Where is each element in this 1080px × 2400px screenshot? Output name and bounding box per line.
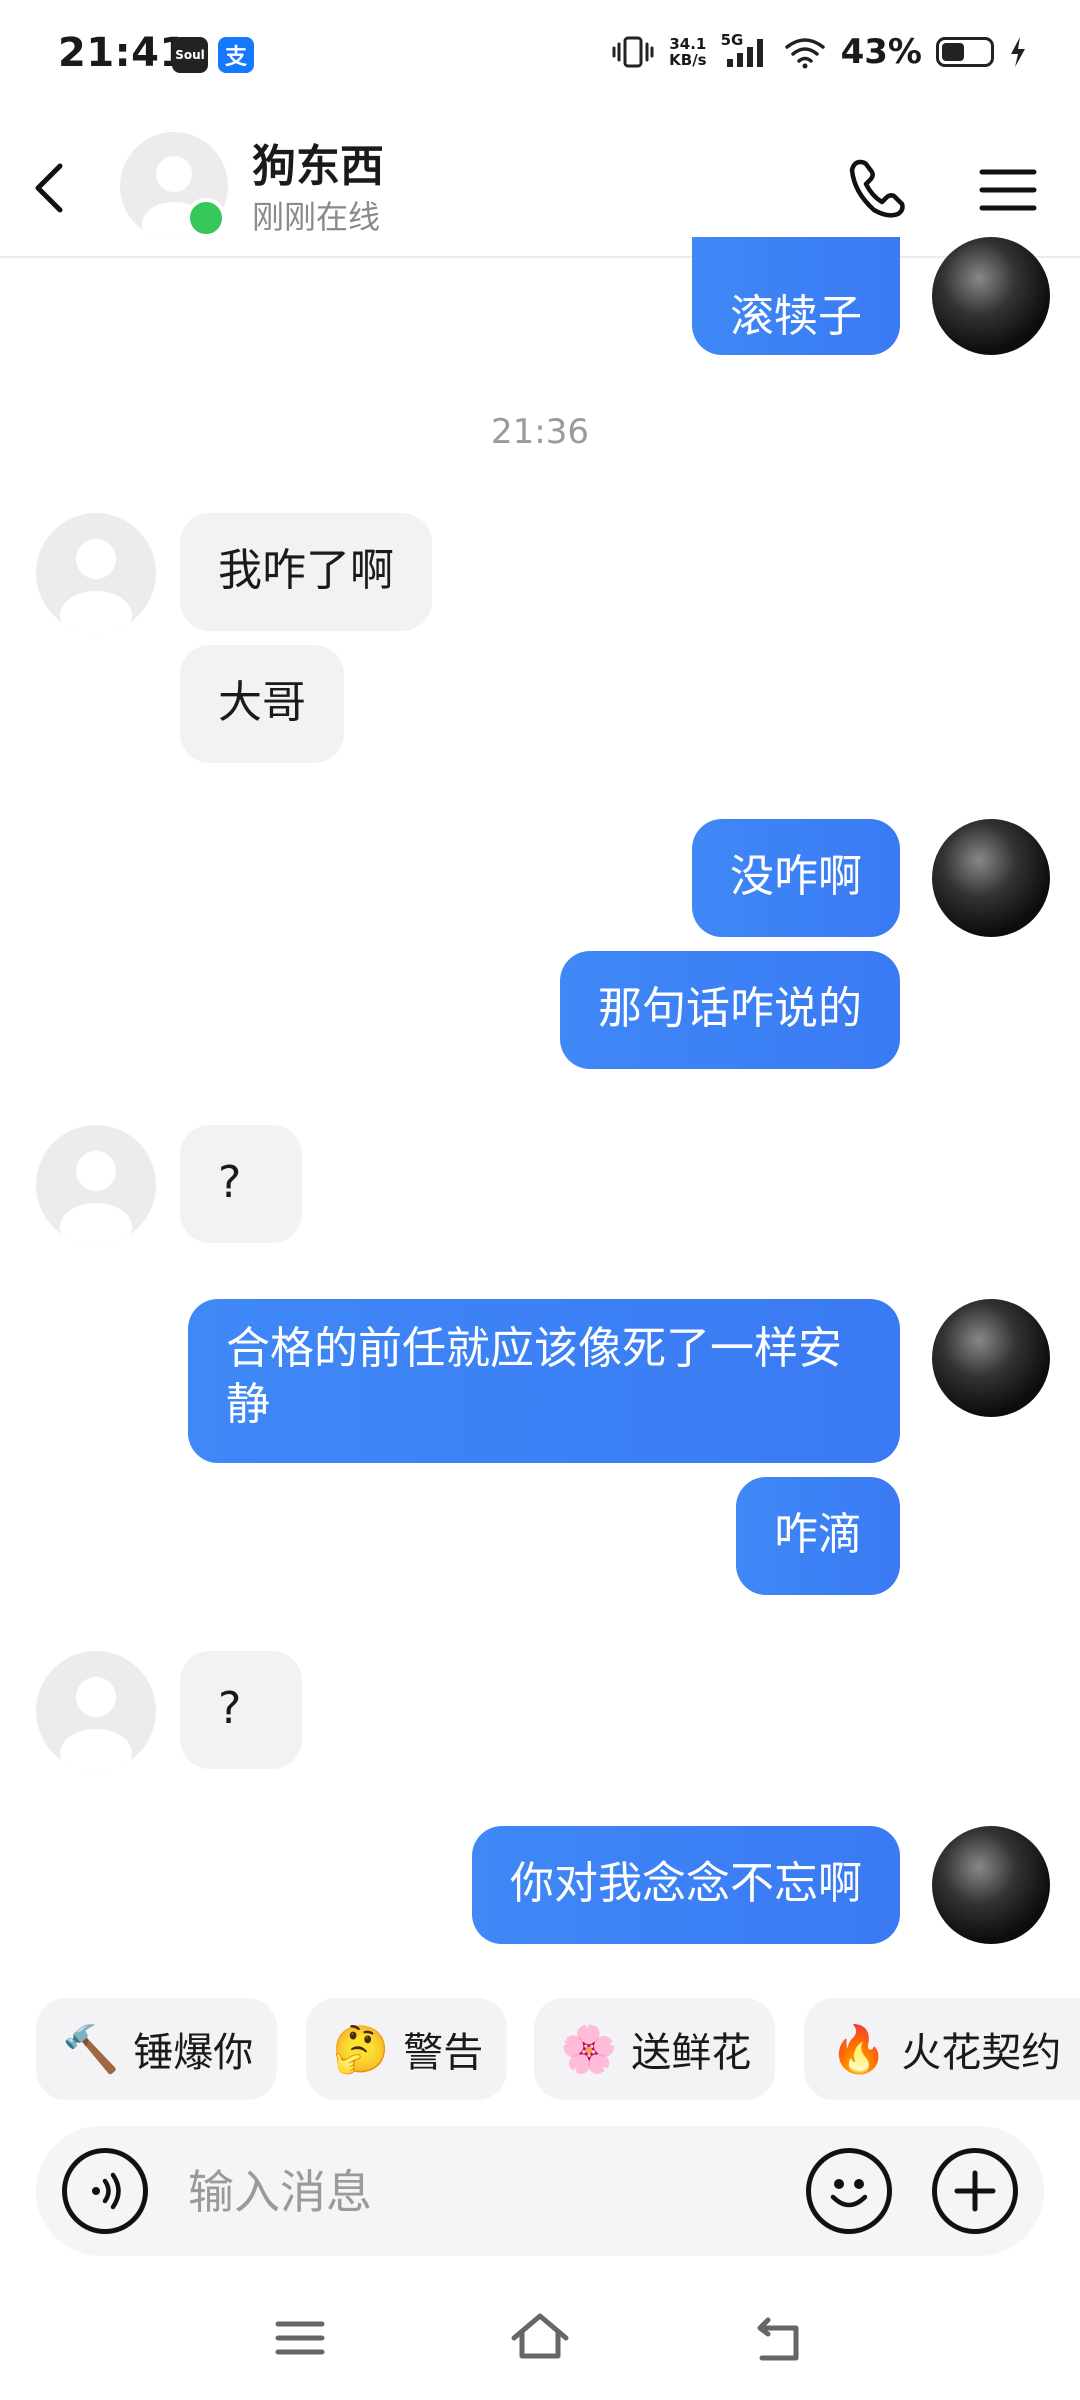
quick-action-label: 火花契约: [901, 2030, 1062, 2076]
peer-avatar[interactable]: [36, 1125, 156, 1245]
quick-action-label: 锤爆你: [133, 2030, 254, 2076]
thinking-face-icon: 🤔: [332, 2022, 390, 2076]
alipay-app-icon: 支: [218, 37, 254, 73]
my-avatar[interactable]: [932, 1299, 1050, 1417]
flame-icon: 🔥: [830, 2022, 888, 2076]
online-indicator: [186, 198, 226, 238]
battery-icon: [936, 37, 994, 67]
vibrate-icon: [612, 36, 654, 68]
message-bubble-outgoing[interactable]: 咋滴: [736, 1477, 900, 1595]
phone-icon[interactable]: [844, 154, 912, 222]
quick-action-warning[interactable]: 🤔 警告: [306, 1998, 508, 2100]
net-speed: 34.1 KB/s: [669, 36, 706, 68]
quick-action-label: 警告: [403, 2030, 484, 2076]
home-icon[interactable]: [508, 2306, 572, 2370]
message-input[interactable]: [186, 2154, 790, 2230]
chat-header: 狗东西 刚刚在线: [0, 120, 1080, 258]
menu-icon[interactable]: [976, 158, 1040, 222]
cellular-signal: 5G: [721, 31, 769, 69]
quick-action-flowers[interactable]: 🌸 送鲜花: [534, 1998, 776, 2100]
wifi-icon: [784, 38, 825, 69]
default-user-icon: [60, 1677, 132, 1771]
my-avatar[interactable]: [932, 1826, 1050, 1944]
message-bubble-outgoing[interactable]: 滚犊子: [692, 237, 900, 355]
message-bubble-outgoing[interactable]: 合格的前任就应该像死了一样安静: [188, 1299, 900, 1463]
message-bubble-incoming[interactable]: ?: [180, 1651, 302, 1769]
status-indicators: 34.1 KB/s 5G 43%: [611, 31, 1028, 72]
message-bubble-outgoing[interactable]: 没咋啊: [692, 819, 900, 937]
message-bubble-outgoing[interactable]: 你对我念念不忘啊: [472, 1826, 900, 1944]
default-user-icon: [60, 539, 132, 633]
net-speed-unit: KB/s: [669, 51, 707, 69]
quick-action-hammer[interactable]: 🔨 锤爆你: [36, 1998, 278, 2100]
charging-bolt-icon: [1011, 37, 1025, 67]
recent-apps-icon[interactable]: [268, 2306, 332, 2370]
message-bubble-incoming[interactable]: ?: [180, 1125, 302, 1243]
hammer-icon: 🔨: [62, 2022, 120, 2076]
my-avatar[interactable]: [932, 237, 1050, 355]
quick-action-spark-contract[interactable]: 🔥 火花契约: [804, 1998, 1080, 2100]
status-time: 21:41: [58, 30, 188, 76]
voice-input-icon[interactable]: [62, 2148, 148, 2234]
peer-avatar[interactable]: [36, 1651, 156, 1771]
default-user-icon: [60, 1151, 132, 1245]
peer-avatar[interactable]: [36, 513, 156, 633]
message-bubble-outgoing[interactable]: 那句话咋说的: [560, 951, 900, 1069]
soul-app-icon: Soul: [172, 37, 208, 73]
plus-icon[interactable]: [932, 2148, 1018, 2234]
flower-icon: 🌸: [560, 2022, 618, 2076]
back-nav-icon[interactable]: [748, 2306, 812, 2370]
battery-percent: 43%: [840, 32, 922, 72]
back-arrow-icon[interactable]: [20, 156, 84, 220]
my-avatar[interactable]: [932, 819, 1050, 937]
time-separator: 21:36: [491, 412, 589, 452]
message-bubble-incoming[interactable]: 大哥: [180, 645, 344, 763]
contact-name[interactable]: 狗东西: [252, 130, 384, 194]
signal-icon: [726, 39, 763, 67]
quick-action-label: 送鲜花: [631, 2030, 752, 2076]
message-bubble-incoming[interactable]: 我咋了啊: [180, 513, 432, 631]
contact-status: 刚刚在线: [252, 198, 381, 236]
net-speed-value: 34.1: [669, 35, 707, 53]
emoji-icon[interactable]: [806, 2148, 892, 2234]
